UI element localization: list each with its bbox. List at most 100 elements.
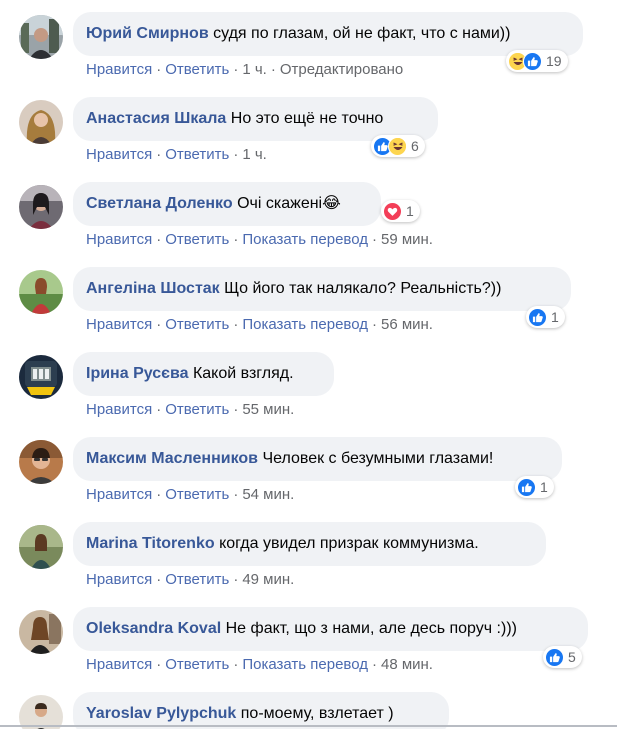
haha-reaction-icon <box>388 136 407 156</box>
avatar[interactable] <box>19 270 63 314</box>
avatar[interactable] <box>19 440 63 484</box>
like-reaction-icon <box>528 307 547 327</box>
comment-text: Человек с безумными глазами! <box>262 450 494 467</box>
reaction-count: 6 <box>411 138 419 154</box>
reaction-count: 1 <box>540 479 548 495</box>
like-link[interactable]: Нравится <box>86 231 152 248</box>
edited-label[interactable]: Отредактировано <box>280 61 403 78</box>
reply-link[interactable]: Ответить <box>165 316 229 333</box>
comment-time[interactable]: 55 мин. <box>242 401 294 418</box>
comment-item: Юрий Смирнов судя по глазам, ой не факт,… <box>0 0 617 85</box>
comment-bubble: Ангеліна Шостак Що його так налякало? Ре… <box>73 267 571 311</box>
comment-author[interactable]: Oleksandra Koval <box>86 620 221 637</box>
comment-author[interactable]: Максим Масленников <box>86 450 258 467</box>
comment-time[interactable]: 49 мин. <box>242 571 294 588</box>
comment-actions: Нравится · Ответить · Показать перевод · 59 ми… <box>86 228 433 252</box>
comment-text: Не факт, що з нами, але десь поруч :))) <box>225 620 517 637</box>
reply-link[interactable]: Ответить <box>165 231 229 248</box>
separator-dot: · <box>233 231 239 248</box>
comment-time[interactable]: 54 мин. <box>242 486 294 503</box>
comment-bubble: Юрий Смирнов судя по глазам, ой не факт,… <box>73 12 583 56</box>
avatar[interactable] <box>19 185 63 229</box>
comment-author[interactable]: Светлана Доленко <box>86 195 233 212</box>
comment-item: Максим Масленников Человек с безумными г… <box>0 425 617 510</box>
comment-time[interactable]: 1 ч. <box>242 146 267 163</box>
comment-bubble: Светлана Доленко Очі скажені😂 <box>73 182 381 226</box>
separator-dot: · <box>233 316 239 333</box>
like-link[interactable]: Нравится <box>86 656 152 673</box>
like-reaction-icon <box>545 647 564 667</box>
separator-dot: · <box>233 61 239 78</box>
translate-link[interactable]: Показать перевод <box>242 231 368 248</box>
separator-dot: · <box>233 146 239 163</box>
comment-text: по-моему, взлетает ) <box>240 705 394 722</box>
comment-item: Yaroslav Pylypchuk по-моему, взлетает ) <box>0 680 617 729</box>
comment-author[interactable]: Yaroslav Pylypchuk <box>86 705 236 722</box>
comment-author[interactable]: Marina Titorenko <box>86 535 215 552</box>
love-reaction-icon <box>383 201 402 221</box>
comment-author[interactable]: Ангеліна Шостак <box>86 280 220 297</box>
comment-text: судя по глазам, ой не факт, что с нами)) <box>213 25 511 42</box>
comment-time[interactable]: 1 ч. <box>242 61 267 78</box>
reply-link[interactable]: Ответить <box>165 146 229 163</box>
comment-actions: Нравится · Ответить · 49 мин. <box>86 568 294 592</box>
like-link[interactable]: Нравится <box>86 571 152 588</box>
separator-dot: · <box>156 231 162 248</box>
comment-time[interactable]: 56 мин. <box>381 316 433 333</box>
bottom-divider <box>0 725 617 727</box>
like-reaction-icon <box>523 51 542 71</box>
separator-dot: · <box>233 401 239 418</box>
like-link[interactable]: Нравится <box>86 146 152 163</box>
separator-dot: · <box>156 61 162 78</box>
separator-dot: · <box>156 401 162 418</box>
reactions-badge[interactable]: 1 <box>515 476 554 498</box>
reactions-badge[interactable]: 1 <box>526 306 565 328</box>
comment-time[interactable]: 59 мин. <box>381 231 433 248</box>
avatar[interactable] <box>19 695 63 729</box>
reply-link[interactable]: Ответить <box>165 61 229 78</box>
comment-text: Що його так налякало? Реальність?)) <box>224 280 502 297</box>
comments-list: Юрий Смирнов судя по глазам, ой не факт,… <box>0 0 617 729</box>
reply-link[interactable]: Ответить <box>165 571 229 588</box>
reaction-count: 1 <box>551 309 559 325</box>
comment-actions: Нравится · Ответить · 1 ч. · Отредактировано <box>86 58 403 82</box>
comment-author[interactable]: Юрий Смирнов <box>86 25 209 42</box>
reactions-badge[interactable]: 6 <box>371 135 425 157</box>
like-link[interactable]: Нравится <box>86 486 152 503</box>
avatar[interactable] <box>19 525 63 569</box>
comment-item: Oleksandra Koval Не факт, що з нами, але… <box>0 595 617 680</box>
comment-time[interactable]: 48 мин. <box>381 656 433 673</box>
separator-dot: · <box>233 656 239 673</box>
translate-link[interactable]: Показать перевод <box>242 316 368 333</box>
avatar[interactable] <box>19 355 63 399</box>
like-link[interactable]: Нравится <box>86 316 152 333</box>
comment-actions: Нравится · Ответить · 1 ч. <box>86 143 267 167</box>
separator-dot: · <box>371 316 377 333</box>
reply-link[interactable]: Ответить <box>165 401 229 418</box>
avatar[interactable] <box>19 100 63 144</box>
separator-dot: · <box>371 656 377 673</box>
separator-dot: · <box>371 231 377 248</box>
reply-link[interactable]: Ответить <box>165 486 229 503</box>
reaction-count: 19 <box>546 53 562 69</box>
separator-dot: · <box>233 571 239 588</box>
comment-text: Но это ещё не точно <box>230 110 384 127</box>
separator-dot: · <box>156 316 162 333</box>
avatar[interactable] <box>19 15 63 59</box>
comment-item: Ангеліна Шостак Що його так налякало? Ре… <box>0 255 617 340</box>
comment-actions: Нравится · Ответить · Показать перевод · 48 ми… <box>86 653 433 677</box>
reactions-badge[interactable]: 5 <box>543 646 582 668</box>
like-link[interactable]: Нравится <box>86 401 152 418</box>
like-link[interactable]: Нравится <box>86 61 152 78</box>
reply-link[interactable]: Ответить <box>165 656 229 673</box>
reactions-badge[interactable]: 1 <box>381 200 420 222</box>
reactions-badge[interactable]: 19 <box>506 50 568 72</box>
avatar[interactable] <box>19 610 63 654</box>
translate-link[interactable]: Показать перевод <box>242 656 368 673</box>
comment-text: Очі скажені😂 <box>237 195 341 212</box>
separator-dot: · <box>270 61 276 78</box>
separator-dot: · <box>156 656 162 673</box>
comment-author[interactable]: Анастасия Шкала <box>86 110 226 127</box>
reaction-count: 5 <box>568 649 576 665</box>
comment-author[interactable]: Ірина Русєва <box>86 365 189 382</box>
